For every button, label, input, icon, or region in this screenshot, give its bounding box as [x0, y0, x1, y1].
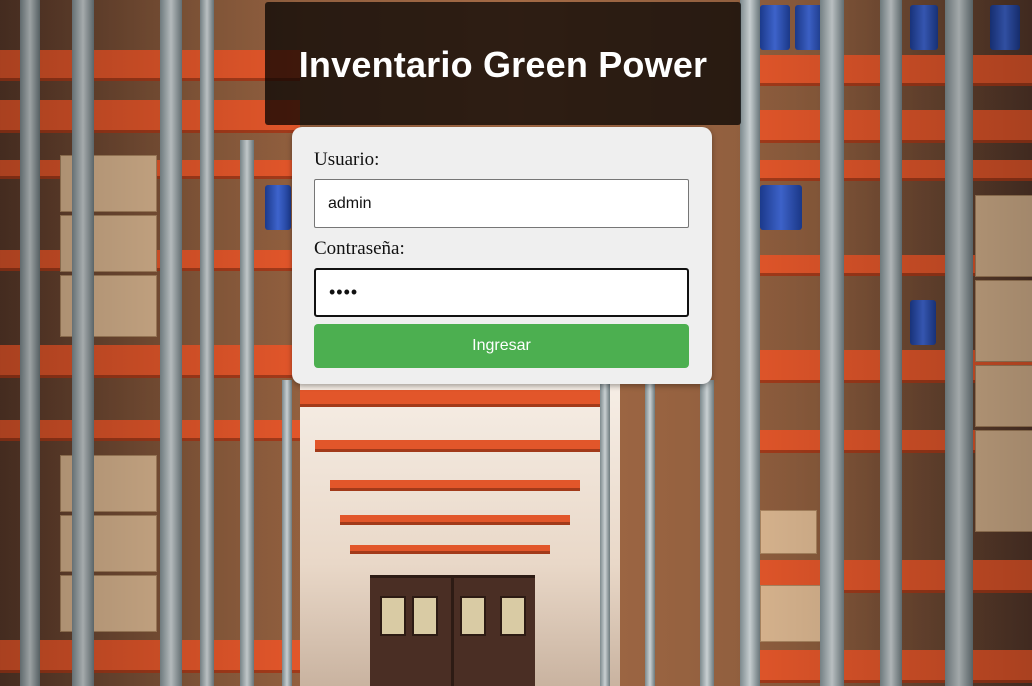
page-title: Inventario Green Power	[298, 44, 708, 85]
login-submit-button[interactable]: Ingresar	[314, 324, 689, 368]
header-banner: Inventario Green Power	[265, 2, 741, 125]
password-input[interactable]	[314, 268, 689, 317]
username-input[interactable]	[314, 179, 689, 228]
username-label: Usuario:	[314, 149, 380, 170]
password-label: Contraseña:	[314, 238, 405, 259]
login-card: Usuario: Contraseña: Ingresar	[292, 127, 712, 384]
warehouse-door	[370, 575, 535, 686]
